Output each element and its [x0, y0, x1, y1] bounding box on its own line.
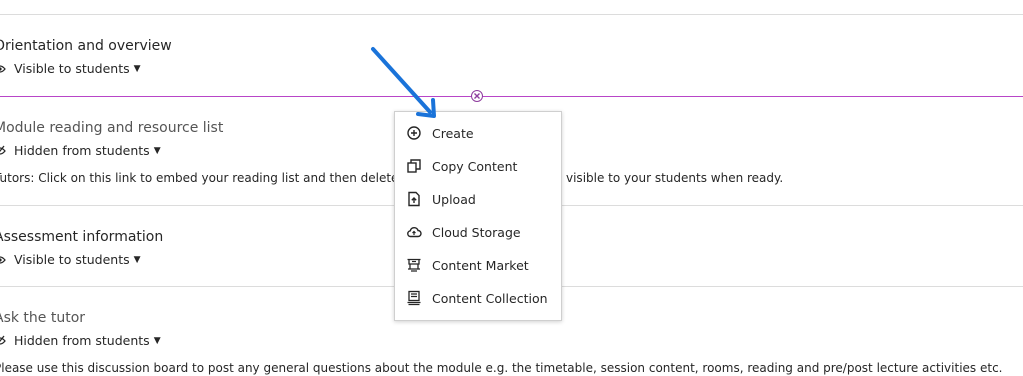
eye-icon — [0, 65, 6, 73]
visibility-label: Hidden from students — [14, 333, 150, 348]
content-item-ask-tutor: Ask the tutor Hidden from students ▼ — [0, 309, 161, 349]
collection-icon — [407, 290, 421, 306]
menu-item-label: Copy Content — [432, 158, 518, 174]
menu-item-content-collection[interactable]: Content Collection — [395, 283, 561, 313]
content-item-orientation: Orientation and overview Visible to stud… — [0, 37, 172, 77]
content-item-reading-list: Module reading and resource list Hidden … — [0, 119, 223, 159]
menu-item-content-market[interactable]: Content Market — [395, 250, 561, 280]
content-item-assessment: Assessment information Visible to studen… — [0, 228, 163, 268]
divider — [0, 14, 1023, 15]
caret-down-icon: ▼ — [133, 64, 141, 74]
menu-item-label: Upload — [432, 191, 476, 207]
eye-slash-icon — [0, 145, 6, 155]
upload-icon — [408, 191, 420, 207]
menu-item-cloud-storage[interactable]: Cloud Storage — [395, 217, 561, 247]
menu-item-label: Create — [432, 125, 474, 141]
menu-item-label: Content Market — [432, 257, 529, 273]
plus-circle-icon — [407, 126, 421, 140]
visibility-dropdown[interactable]: Hidden from students ▼ — [0, 333, 161, 349]
menu-item-copy-content[interactable]: Copy Content — [395, 151, 561, 181]
market-icon — [407, 258, 421, 272]
item-description-tail: visible to your students when ready. — [566, 171, 784, 185]
item-title[interactable]: Ask the tutor — [0, 309, 161, 327]
item-description: Tutors: Click on this link to embed your… — [0, 171, 415, 185]
insert-line — [0, 96, 1023, 97]
copy-icon — [407, 159, 421, 173]
visibility-label: Visible to students — [14, 61, 130, 76]
menu-item-label: Cloud Storage — [432, 224, 521, 240]
item-description: Please use this discussion board to post… — [0, 361, 1003, 375]
close-insert-button[interactable] — [471, 90, 483, 102]
visibility-dropdown[interactable]: Visible to students ▼ — [0, 61, 172, 77]
item-title[interactable]: Module reading and resource list — [0, 119, 223, 137]
menu-item-create[interactable]: Create — [395, 118, 561, 148]
cloud-icon — [407, 227, 422, 238]
menu-item-upload[interactable]: Upload — [395, 184, 561, 214]
add-content-menu: Create Copy Content Upload Cloud Storage… — [394, 111, 562, 321]
menu-item-label: Content Collection — [432, 290, 548, 306]
caret-down-icon: ▼ — [153, 146, 161, 156]
caret-down-icon: ▼ — [153, 336, 161, 346]
visibility-dropdown[interactable]: Hidden from students ▼ — [0, 143, 223, 159]
caret-down-icon: ▼ — [133, 255, 141, 265]
visibility-dropdown[interactable]: Visible to students ▼ — [0, 252, 163, 268]
item-title[interactable]: Assessment information — [0, 228, 163, 246]
eye-icon — [0, 256, 6, 264]
visibility-label: Hidden from students — [14, 143, 150, 158]
eye-slash-icon — [0, 335, 6, 345]
item-title[interactable]: Orientation and overview — [0, 37, 172, 55]
visibility-label: Visible to students — [14, 252, 130, 267]
close-icon — [474, 93, 480, 99]
